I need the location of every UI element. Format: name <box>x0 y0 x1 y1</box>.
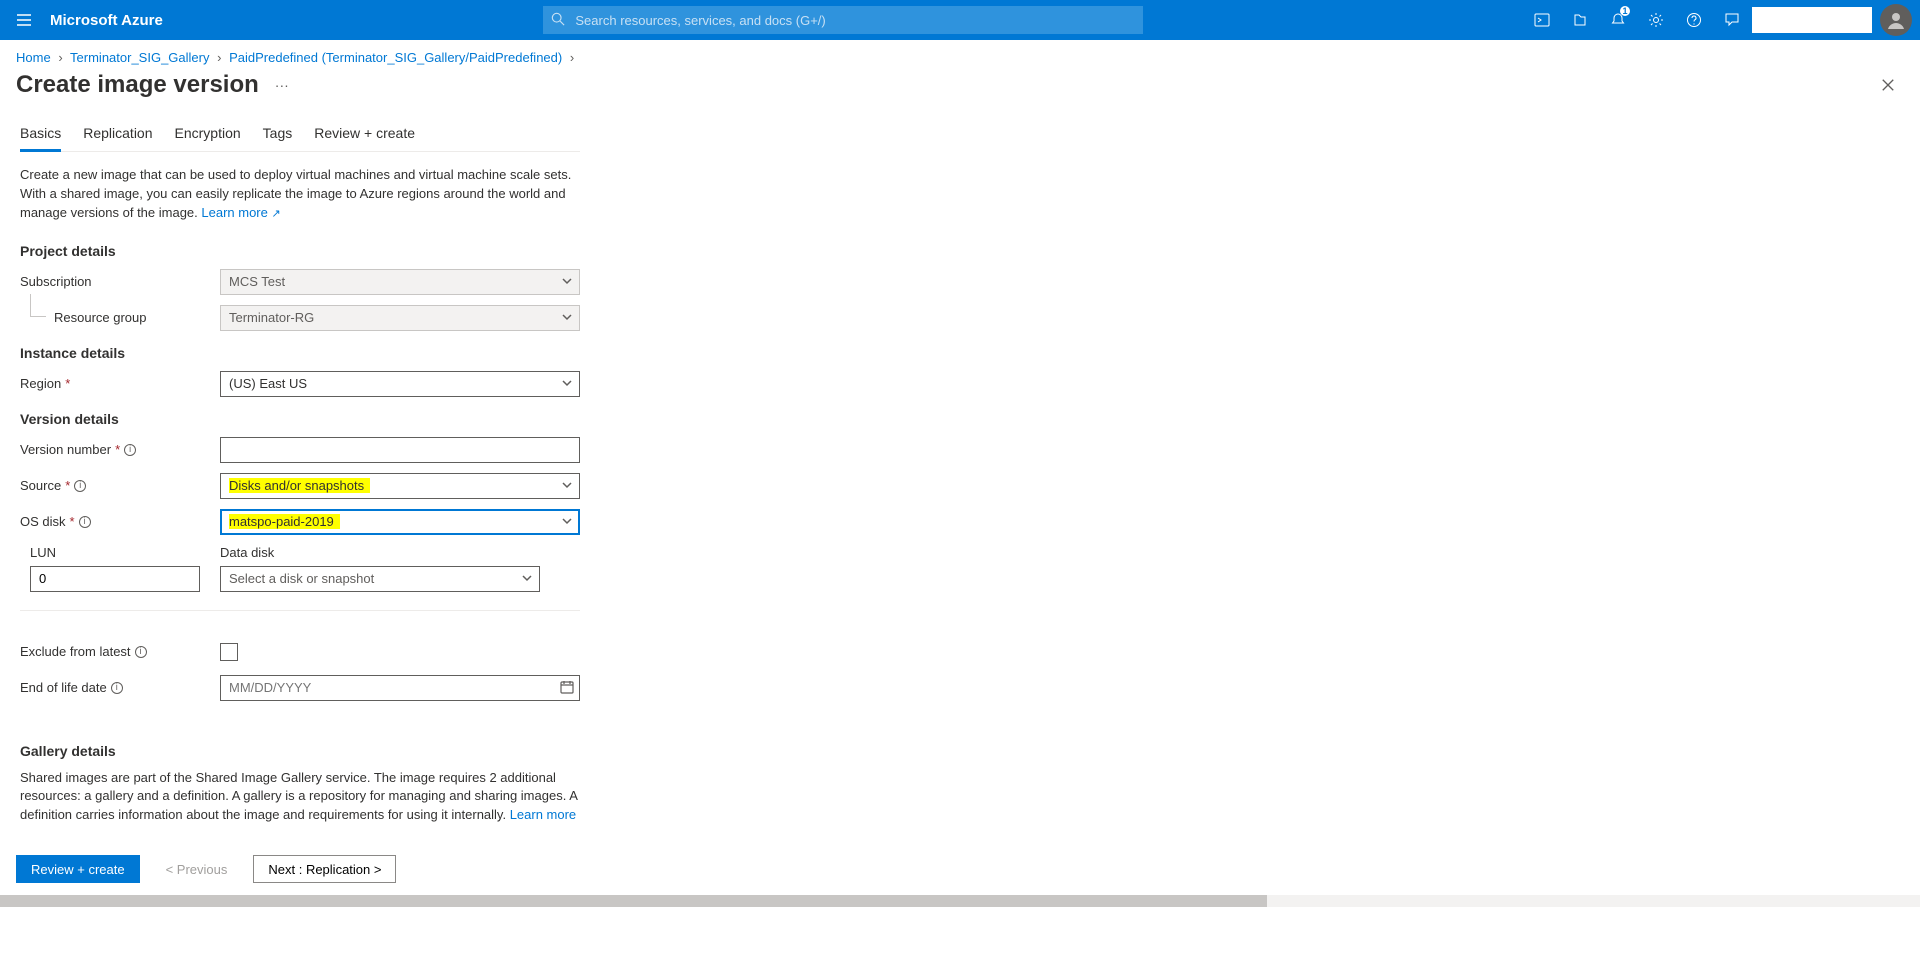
external-link-icon: ↗ <box>272 208 281 220</box>
breadcrumb-gallery[interactable]: Terminator_SIG_Gallery <box>70 50 209 65</box>
tab-basics[interactable]: Basics <box>20 119 61 152</box>
top-icon-bar: 1 <box>1524 0 1912 40</box>
chevron-down-icon <box>561 479 573 494</box>
data-disk-select[interactable]: Select a disk or snapshot <box>220 566 540 592</box>
page-title: Create image version <box>16 71 259 99</box>
tab-tags[interactable]: Tags <box>263 119 293 151</box>
footer-bar: Review + create < Previous Next : Replic… <box>0 845 1920 893</box>
gallery-text: Shared images are part of the Shared Ima… <box>20 769 580 826</box>
tab-replication[interactable]: Replication <box>83 119 152 151</box>
settings-icon[interactable] <box>1638 0 1674 40</box>
gallery-learn-more-link[interactable]: Learn more <box>510 807 576 822</box>
end-of-life-input[interactable] <box>220 675 580 701</box>
cloud-shell-icon[interactable] <box>1524 0 1560 40</box>
title-row: Create image version ··· <box>0 69 1920 109</box>
top-filter-input[interactable] <box>1752 7 1872 33</box>
form-content: Basics Replication Encryption Tags Revie… <box>0 109 1600 961</box>
section-instance-details: Instance details <box>20 345 1580 361</box>
previous-button[interactable]: < Previous <box>152 855 242 883</box>
lun-label: LUN <box>30 545 200 560</box>
menu-icon[interactable] <box>8 4 40 36</box>
end-of-life-label: End of life date i <box>20 680 220 695</box>
subscription-label: Subscription <box>20 274 220 289</box>
version-number-input[interactable] <box>220 437 580 463</box>
exclude-from-latest-checkbox[interactable] <box>220 643 238 661</box>
notifications-icon[interactable]: 1 <box>1600 0 1636 40</box>
subscription-select[interactable]: MCS Test <box>220 269 580 295</box>
info-icon[interactable]: i <box>79 516 91 528</box>
lun-input[interactable] <box>30 566 200 592</box>
person-icon <box>1886 10 1906 30</box>
region-label: Region* <box>20 376 220 391</box>
version-number-label: Version number* i <box>20 442 220 457</box>
breadcrumb-home[interactable]: Home <box>16 50 51 65</box>
exclude-from-latest-label: Exclude from latest i <box>20 644 220 659</box>
chevron-down-icon <box>561 515 573 530</box>
notification-badge: 1 <box>1620 6 1630 16</box>
chevron-down-icon <box>561 377 573 392</box>
help-icon[interactable] <box>1676 0 1712 40</box>
tab-review[interactable]: Review + create <box>314 119 415 151</box>
section-gallery-details: Gallery details <box>20 743 1580 759</box>
info-icon[interactable]: i <box>124 444 136 456</box>
resource-group-select[interactable]: Terminator-RG <box>220 305 580 331</box>
horizontal-scrollbar[interactable] <box>0 895 1920 907</box>
section-version-details: Version details <box>20 411 1580 427</box>
close-blade-button[interactable] <box>1872 69 1904 101</box>
region-select[interactable]: (US) East US <box>220 371 580 397</box>
learn-more-link[interactable]: Learn more ↗ <box>201 205 280 220</box>
breadcrumb-definition[interactable]: PaidPredefined (Terminator_SIG_Gallery/P… <box>229 50 562 65</box>
directory-icon[interactable] <box>1562 0 1598 40</box>
search-icon <box>551 12 565 26</box>
resource-group-label: Resource group <box>20 310 220 325</box>
info-icon[interactable]: i <box>111 682 123 694</box>
review-create-button[interactable]: Review + create <box>16 855 140 883</box>
chevron-down-icon <box>561 311 573 326</box>
breadcrumb: Home › Terminator_SIG_Gallery › PaidPred… <box>0 40 1920 69</box>
more-actions-icon[interactable]: ··· <box>275 77 289 93</box>
account-avatar[interactable] <box>1880 4 1912 36</box>
brand-label[interactable]: Microsoft Azure <box>50 12 163 29</box>
tab-encryption[interactable]: Encryption <box>175 119 241 151</box>
close-icon <box>1881 78 1895 92</box>
top-bar: Microsoft Azure 1 <box>0 0 1920 40</box>
info-icon[interactable]: i <box>135 646 147 658</box>
source-label: Source* i <box>20 478 220 493</box>
next-button[interactable]: Next : Replication > <box>253 855 396 883</box>
chevron-down-icon <box>561 275 573 290</box>
global-search-input[interactable] <box>543 6 1143 34</box>
os-disk-label: OS disk* i <box>20 514 220 529</box>
tab-bar: Basics Replication Encryption Tags Revie… <box>20 119 580 152</box>
os-disk-select[interactable]: matspo-paid-2019 <box>220 509 580 535</box>
chevron-down-icon <box>521 572 533 587</box>
feedback-icon[interactable] <box>1714 0 1750 40</box>
section-project-details: Project details <box>20 243 1580 259</box>
source-select[interactable]: Disks and/or snapshots <box>220 473 580 499</box>
data-disk-label: Data disk <box>220 545 540 560</box>
intro-text: Create a new image that can be used to d… <box>20 166 580 223</box>
calendar-icon[interactable] <box>560 680 574 697</box>
info-icon[interactable]: i <box>74 480 86 492</box>
global-search[interactable] <box>543 6 1143 34</box>
